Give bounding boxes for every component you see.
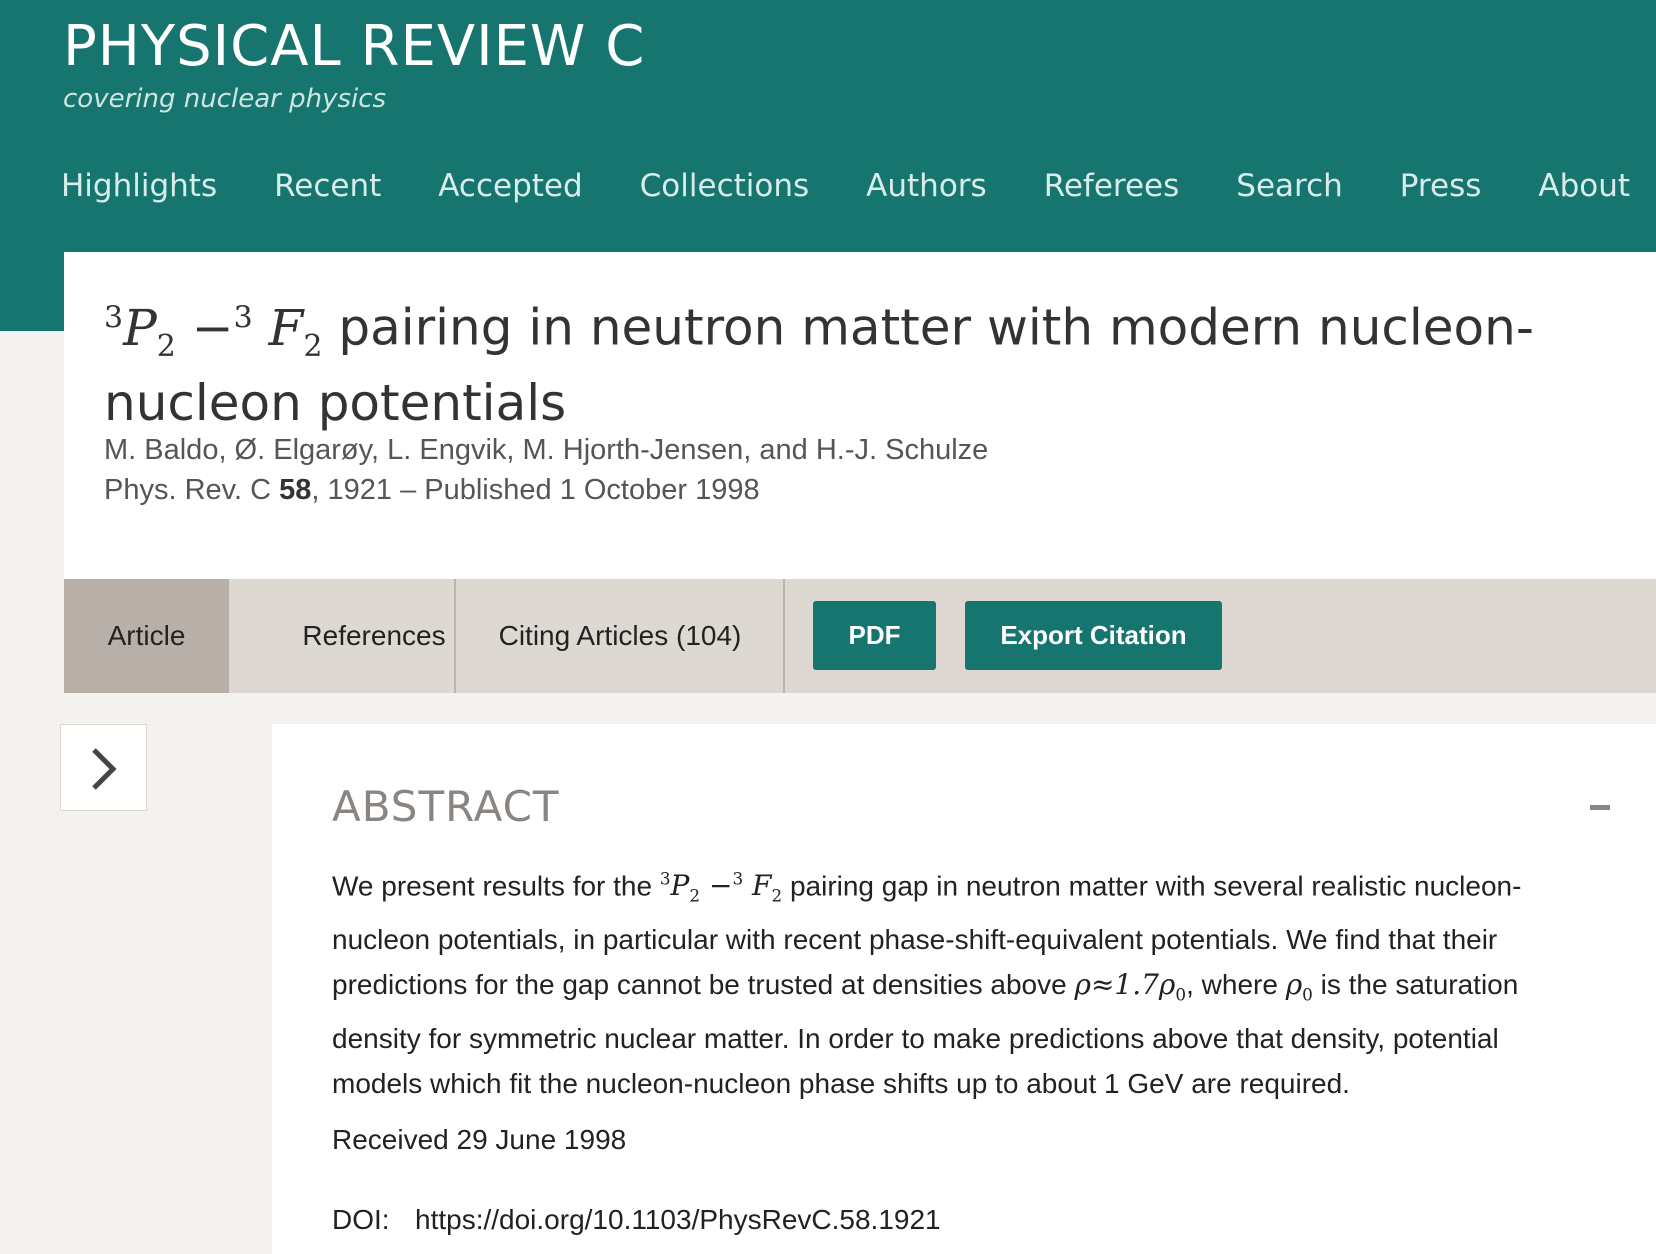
nav-highlights[interactable]: Highlights	[61, 168, 217, 208]
article-title: 3P2 −3 F2 pairing in neutron matter with…	[104, 290, 1656, 431]
main-nav: Highlights Recent Accepted Collections A…	[61, 168, 1630, 208]
nav-collections[interactable]: Collections	[640, 168, 810, 208]
abstract-heading: ABSTRACT	[332, 782, 560, 831]
received-date: Received 29 June 1998	[332, 1124, 627, 1155]
nav-search[interactable]: Search	[1236, 168, 1343, 208]
abstract-math: 3P2 −3 F2	[659, 869, 783, 906]
nav-accepted[interactable]: Accepted	[438, 168, 582, 208]
sidebar-toggle-button[interactable]	[60, 724, 147, 811]
nav-authors[interactable]: Authors	[866, 168, 987, 208]
title-math: 3P2 −3 F2	[104, 298, 323, 364]
chevron-right-icon	[92, 748, 117, 790]
volume-number: 58	[279, 474, 312, 506]
nav-about[interactable]: About	[1538, 168, 1630, 208]
citation-line: Phys. Rev. C 58, 1921 – Published 1 Octo…	[104, 474, 760, 506]
nav-press[interactable]: Press	[1400, 168, 1482, 208]
tab-article[interactable]: Article	[64, 579, 229, 693]
journal-title[interactable]: PHYSICAL REVIEW C	[63, 14, 645, 79]
export-citation-button[interactable]: Export Citation	[965, 601, 1222, 670]
collapse-icon[interactable]	[1590, 805, 1610, 810]
nav-recent[interactable]: Recent	[274, 168, 381, 208]
journal-subtitle: covering nuclear physics	[63, 84, 387, 114]
nav-referees[interactable]: Referees	[1044, 168, 1180, 208]
tab-divider	[783, 579, 785, 693]
abstract-section: ABSTRACT We present results for the 3P2 …	[272, 724, 1656, 1254]
author-list[interactable]: M. Baldo, Ø. Elgarøy, L. Engvik, M. Hjor…	[104, 434, 988, 467]
doi-label: DOI:	[332, 1204, 390, 1235]
pdf-button[interactable]: PDF	[813, 601, 936, 670]
doi-link[interactable]: https://doi.org/10.1103/PhysRevC.58.1921	[415, 1204, 941, 1236]
tab-citing-articles[interactable]: Citing Articles (104)	[456, 579, 784, 693]
abstract-text: We present results for the 3P2 −3 F2 pai…	[332, 869, 1522, 1099]
